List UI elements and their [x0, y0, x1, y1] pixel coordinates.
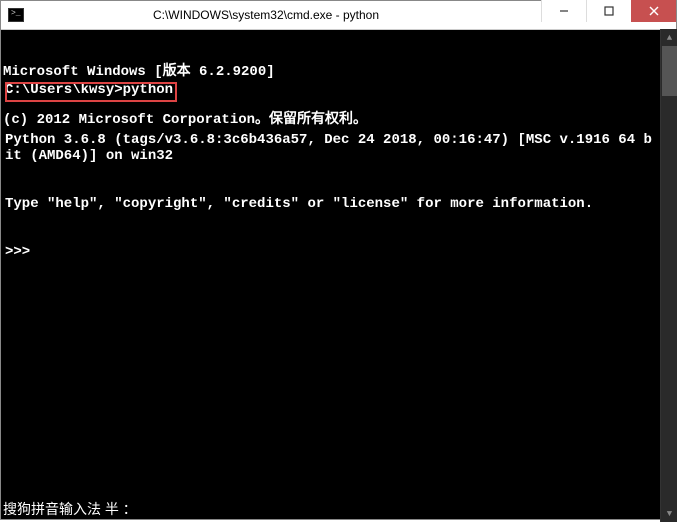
- window-title: C:\WINDOWS\system32\cmd.exe - python: [31, 8, 541, 22]
- system-menu-icon[interactable]: [1, 1, 31, 29]
- application-window: C:\WINDOWS\system32\cmd.exe - python Mic…: [0, 0, 677, 520]
- console-area[interactable]: Microsoft Windows [版本 6.2.9200] (c) 2012…: [1, 30, 676, 519]
- command-prompt-line: C:\Users\kwsy>python: [5, 82, 173, 98]
- ime-status-bar: 搜狗拼音输入法 半 ：: [3, 501, 137, 517]
- scrollbar-thumb[interactable]: [662, 46, 677, 96]
- output-line: Python 3.6.8 (tags/v3.6.8:3c6b436a57, De…: [5, 132, 656, 164]
- cmd-icon: [8, 8, 24, 22]
- minimize-button[interactable]: [541, 0, 586, 22]
- scroll-up-arrow-icon[interactable]: ▲: [661, 29, 677, 46]
- output-line: Type "help", "copyright", "credits" or "…: [5, 196, 656, 212]
- output-line: Microsoft Windows [版本 6.2.9200]: [3, 64, 674, 80]
- scroll-down-arrow-icon[interactable]: ▼: [661, 505, 677, 522]
- close-button[interactable]: [631, 0, 676, 22]
- console-output: Microsoft Windows [版本 6.2.9200] (c) 2012…: [3, 32, 674, 240]
- vertical-scrollbar[interactable]: ▲ ▼: [660, 29, 677, 522]
- maximize-button[interactable]: [586, 0, 631, 22]
- python-prompt: >>>: [5, 244, 656, 260]
- window-controls: [541, 1, 676, 29]
- titlebar[interactable]: C:\WINDOWS\system32\cmd.exe - python: [1, 1, 676, 30]
